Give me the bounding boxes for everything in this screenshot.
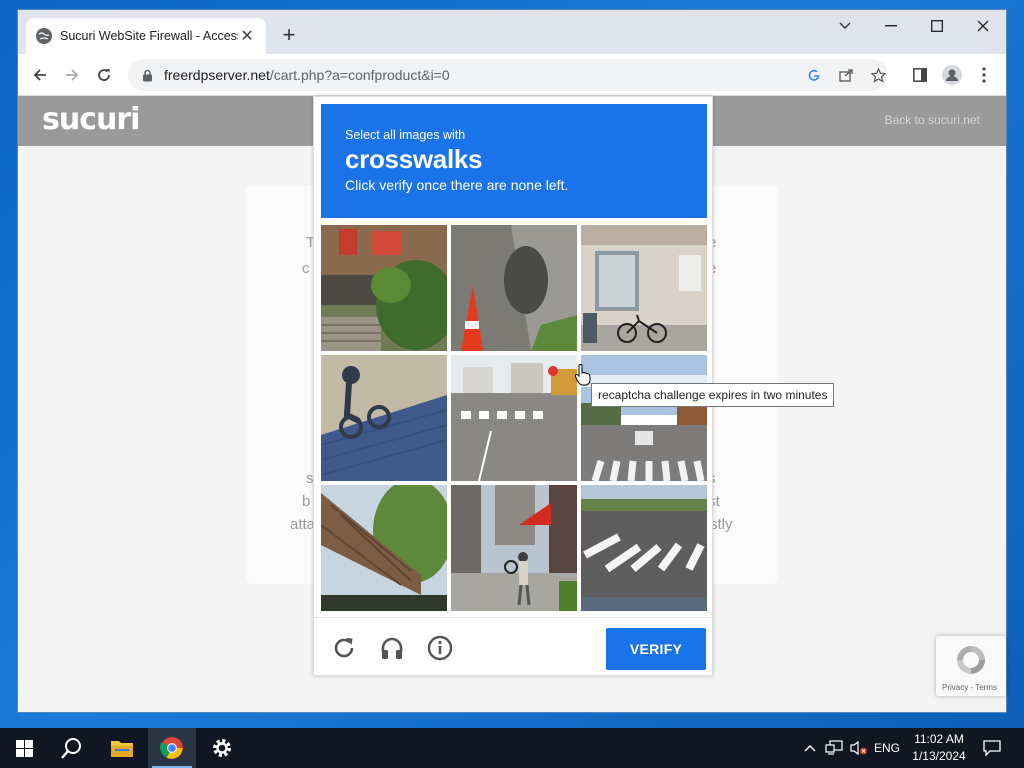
url-host: freerdpserver.net xyxy=(164,67,270,83)
forward-icon[interactable] xyxy=(58,61,86,89)
back-to-sucuri-link[interactable]: Back to sucuri.net xyxy=(885,113,980,127)
profile-avatar-icon[interactable] xyxy=(938,61,966,89)
recaptcha-logo-icon xyxy=(957,646,985,674)
captcha-tile-9[interactable] xyxy=(581,485,707,611)
search-icon[interactable] xyxy=(48,728,96,768)
recaptcha-privacy-terms[interactable]: Privacy - Terms xyxy=(942,683,997,692)
share-icon[interactable] xyxy=(832,59,860,91)
lock-icon[interactable] xyxy=(140,68,154,82)
tab-active[interactable]: Sucuri WebSite Firewall - Access ✕ xyxy=(26,18,266,54)
captcha-tile-4[interactable] xyxy=(321,355,447,481)
captcha-instruction: Select all images with xyxy=(345,128,466,142)
captcha-tile-2[interactable] xyxy=(451,225,577,351)
captcha-target: crosswalks xyxy=(345,144,483,174)
globe-icon xyxy=(36,28,52,44)
reload-icon[interactable] xyxy=(90,61,118,89)
close-icon[interactable] xyxy=(960,10,1006,42)
clock-date: 1/13/2024 xyxy=(912,749,966,763)
google-icon[interactable] xyxy=(800,59,828,91)
kebab-menu-icon[interactable] xyxy=(970,61,998,89)
reload-icon[interactable] xyxy=(328,632,360,664)
tray-chevron-up-icon[interactable] xyxy=(800,728,820,768)
maximize-icon[interactable] xyxy=(914,10,960,42)
captcha-image-grid xyxy=(321,225,707,611)
clock-time: 11:02 AM xyxy=(914,732,964,746)
minimize-icon[interactable] xyxy=(868,10,914,42)
captcha-tile-7[interactable] xyxy=(321,485,447,611)
tab-title: Sucuri WebSite Firewall - Access xyxy=(60,29,239,43)
chrome-icon[interactable] xyxy=(148,728,196,768)
address-bar[interactable]: freerdpserver.net/cart.php?a=confproduct… xyxy=(128,59,888,91)
network-icon[interactable] xyxy=(822,728,846,768)
url-text[interactable]: freerdpserver.net/cart.php?a=confproduct… xyxy=(164,67,450,83)
url-path: /cart.php?a=confproduct&i=0 xyxy=(269,67,450,83)
headphones-icon[interactable] xyxy=(376,632,408,664)
captcha-tile-3[interactable] xyxy=(581,225,707,351)
file-explorer-icon[interactable] xyxy=(98,728,146,768)
tab-close-icon[interactable]: ✕ xyxy=(238,26,256,46)
taskbar: ENG 11:02 AM 1/13/2024 xyxy=(0,728,1024,768)
chevron-down-icon[interactable] xyxy=(822,10,868,42)
language-indicator[interactable]: ENG xyxy=(872,728,902,768)
bookmark-star-icon[interactable] xyxy=(864,59,892,91)
captcha-tile-1[interactable] xyxy=(321,225,447,351)
back-icon[interactable] xyxy=(26,61,54,89)
clock[interactable]: 11:02 AM 1/13/2024 xyxy=(902,731,976,765)
notifications-icon[interactable] xyxy=(978,728,1006,768)
recaptcha-badge[interactable]: Privacy - Terms xyxy=(936,636,1006,696)
captcha-tile-8[interactable] xyxy=(451,485,577,611)
volume-muted-icon[interactable] xyxy=(848,728,870,768)
windows-start-icon[interactable] xyxy=(0,728,48,768)
browser-toolbar: freerdpserver.net/cart.php?a=confproduct… xyxy=(18,54,1006,96)
side-panel-icon[interactable] xyxy=(906,61,934,89)
sucuri-logo[interactable]: sucuri xyxy=(42,102,140,137)
captcha-tile-6[interactable] xyxy=(581,355,707,481)
verify-button[interactable]: VERIFY xyxy=(606,628,706,670)
tooltip: recaptcha challenge expires in two minut… xyxy=(591,383,835,407)
captcha-footer: VERIFY xyxy=(314,617,712,675)
card-text-fragment: stly xyxy=(710,516,733,533)
card-text-fragment: b xyxy=(302,493,311,510)
settings-gear-icon[interactable] xyxy=(198,728,246,768)
captcha-sub-instruction: Click verify once there are none left. xyxy=(345,177,569,193)
new-tab-button[interactable]: + xyxy=(276,22,302,48)
captcha-header: Select all images with crosswalks Click … xyxy=(321,104,707,218)
card-text-fragment: atta xyxy=(290,516,316,533)
card-text-fragment: c xyxy=(302,260,310,277)
hand-cursor-icon xyxy=(574,364,591,386)
tab-strip: Sucuri WebSite Firewall - Access ✕ + xyxy=(18,10,1006,54)
captcha-tile-5[interactable] xyxy=(451,355,577,481)
info-icon[interactable] xyxy=(424,632,456,664)
